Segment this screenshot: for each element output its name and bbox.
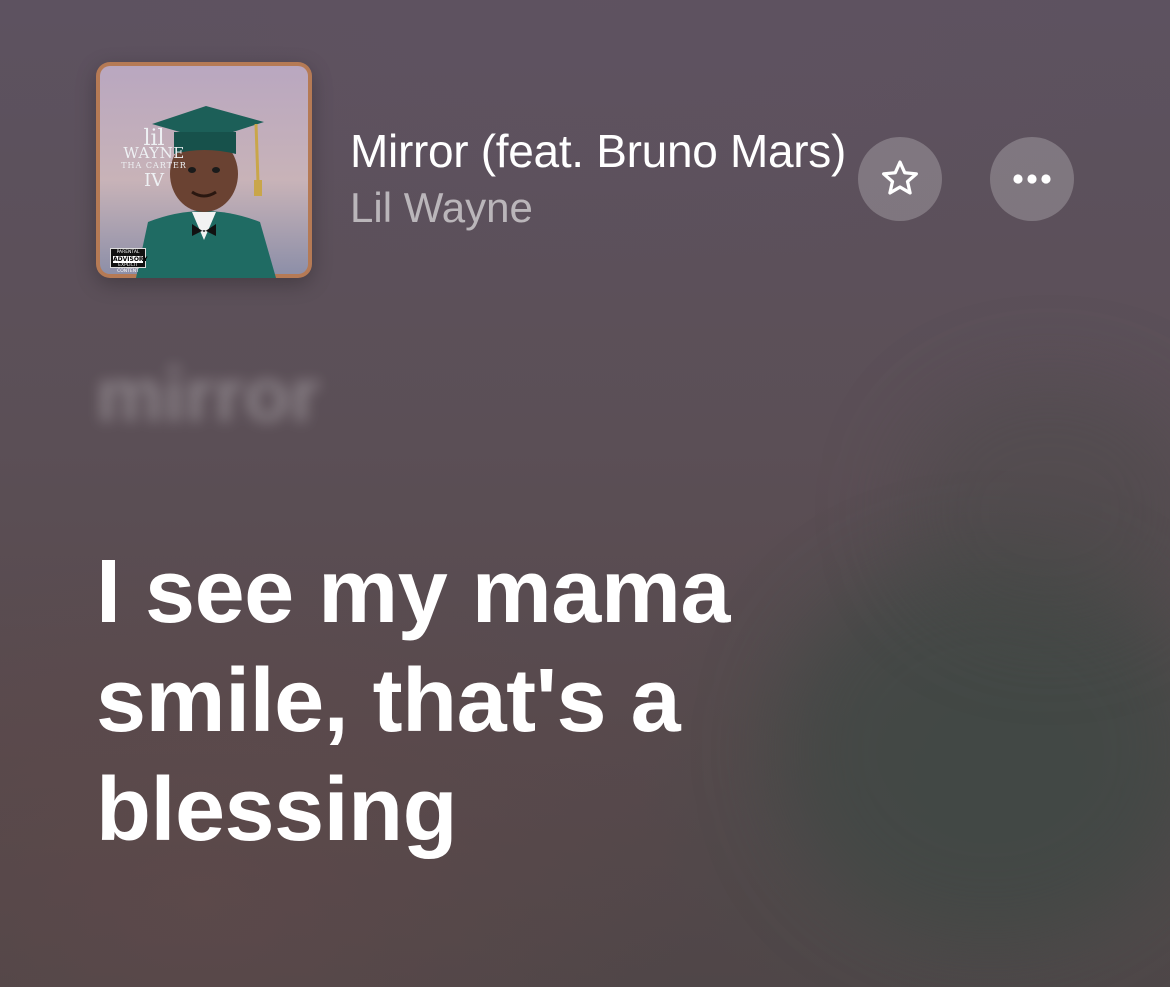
album-artwork[interactable]: lil WAYNE THA CARTER IV PARENTAL ADVISOR… <box>96 62 312 278</box>
lyric-line: blessing <box>96 760 458 860</box>
lyric-line: smile, that's a <box>96 651 681 751</box>
album-art-text: WAYNE <box>123 144 185 162</box>
more-options-button[interactable] <box>990 137 1074 221</box>
album-cover-illustration <box>100 66 308 278</box>
advisory-text: ADVISORY <box>113 255 148 264</box>
album-art-text: THA CARTER <box>121 161 187 170</box>
parental-advisory-label: PARENTAL ADVISORY EXPLICIT CONTENT <box>110 248 148 274</box>
ellipsis-icon <box>1013 174 1051 184</box>
album-art-text: IV <box>143 170 165 191</box>
track-title[interactable]: Mirror (feat. Bruno Mars) <box>350 124 844 178</box>
advisory-text: PARENTAL <box>116 250 140 255</box>
previous-lyric-line[interactable]: mirror <box>96 352 320 439</box>
favorite-button[interactable] <box>858 137 942 221</box>
lyrics-screen: lil WAYNE THA CARTER IV PARENTAL ADVISOR… <box>0 0 1170 987</box>
current-lyric[interactable]: I see my mama smile, that's a blessing <box>96 538 996 865</box>
advisory-text: EXPLICIT CONTENT <box>117 263 139 274</box>
star-icon <box>882 160 918 195</box>
track-artist[interactable]: Lil Wayne <box>350 184 533 232</box>
lyric-line: I see my mama <box>96 542 730 642</box>
